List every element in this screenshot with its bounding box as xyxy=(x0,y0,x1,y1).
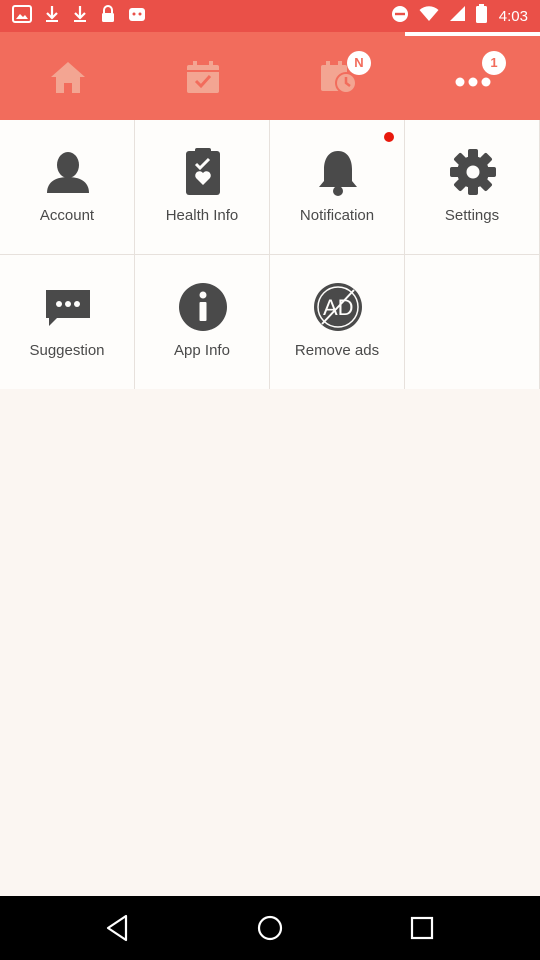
grid-item-label: Remove ads xyxy=(294,342,380,359)
do-not-disturb-icon xyxy=(391,5,409,28)
top-tab-bar: N 1 xyxy=(0,32,540,120)
recents-button[interactable] xyxy=(406,912,438,944)
wifi-icon xyxy=(419,5,439,27)
ad-icon: AD xyxy=(314,283,362,331)
status-left-icons xyxy=(12,4,146,28)
account-icon xyxy=(47,152,89,193)
status-right-icons: 4:03 xyxy=(391,4,528,28)
status-bar: 4:03 xyxy=(0,0,540,32)
tab-more[interactable]: 1 xyxy=(405,32,540,120)
calendar-icon xyxy=(187,61,219,93)
status-time: 4:03 xyxy=(498,7,528,25)
image-icon xyxy=(12,4,32,28)
notification-dot xyxy=(384,132,394,142)
grid-item-settings[interactable]: Settings xyxy=(405,120,540,255)
app-icon xyxy=(128,5,146,28)
home-button[interactable] xyxy=(254,912,286,944)
tab-calendar[interactable] xyxy=(135,32,270,120)
download-icon xyxy=(72,5,88,28)
grid-item-health-info[interactable]: Health Info xyxy=(135,120,270,255)
grid-item-label: Suggestion xyxy=(29,342,105,359)
home-icon xyxy=(51,62,85,93)
info-icon xyxy=(179,283,227,331)
grid-item-label: Account xyxy=(39,207,95,224)
grid-item-app-info[interactable]: App Info xyxy=(135,255,270,390)
grid-item-empty xyxy=(405,255,540,390)
system-nav-bar xyxy=(0,896,540,960)
back-button[interactable] xyxy=(102,912,134,944)
recents-icon xyxy=(410,916,434,940)
grid-item-notification[interactable]: Notification xyxy=(270,120,405,255)
tab-home[interactable] xyxy=(0,32,135,120)
home-circle-icon xyxy=(257,915,283,941)
signal-icon xyxy=(449,5,466,27)
gear-icon xyxy=(450,149,496,195)
battery-icon xyxy=(475,4,487,28)
empty-content-area xyxy=(0,389,540,896)
tab-schedule[interactable]: N xyxy=(270,32,405,120)
bell-icon xyxy=(319,151,357,196)
grid-item-account[interactable]: Account xyxy=(0,120,135,255)
tab-badge-new: N xyxy=(347,51,371,75)
grid-item-remove-ads[interactable]: AD Remove ads xyxy=(270,255,405,390)
grid-item-suggestion[interactable]: Suggestion xyxy=(0,255,135,390)
grid-item-label: Notification xyxy=(299,207,375,224)
chat-icon xyxy=(46,290,90,326)
back-icon xyxy=(106,914,128,942)
grid-item-label: App Info xyxy=(174,342,230,359)
download-icon xyxy=(44,5,60,28)
grid-item-label: Health Info xyxy=(165,207,239,224)
grid-item-label: Settings xyxy=(444,207,500,224)
health-info-icon xyxy=(186,148,220,195)
lock-icon xyxy=(100,4,116,28)
tab-badge-count: 1 xyxy=(482,51,506,75)
